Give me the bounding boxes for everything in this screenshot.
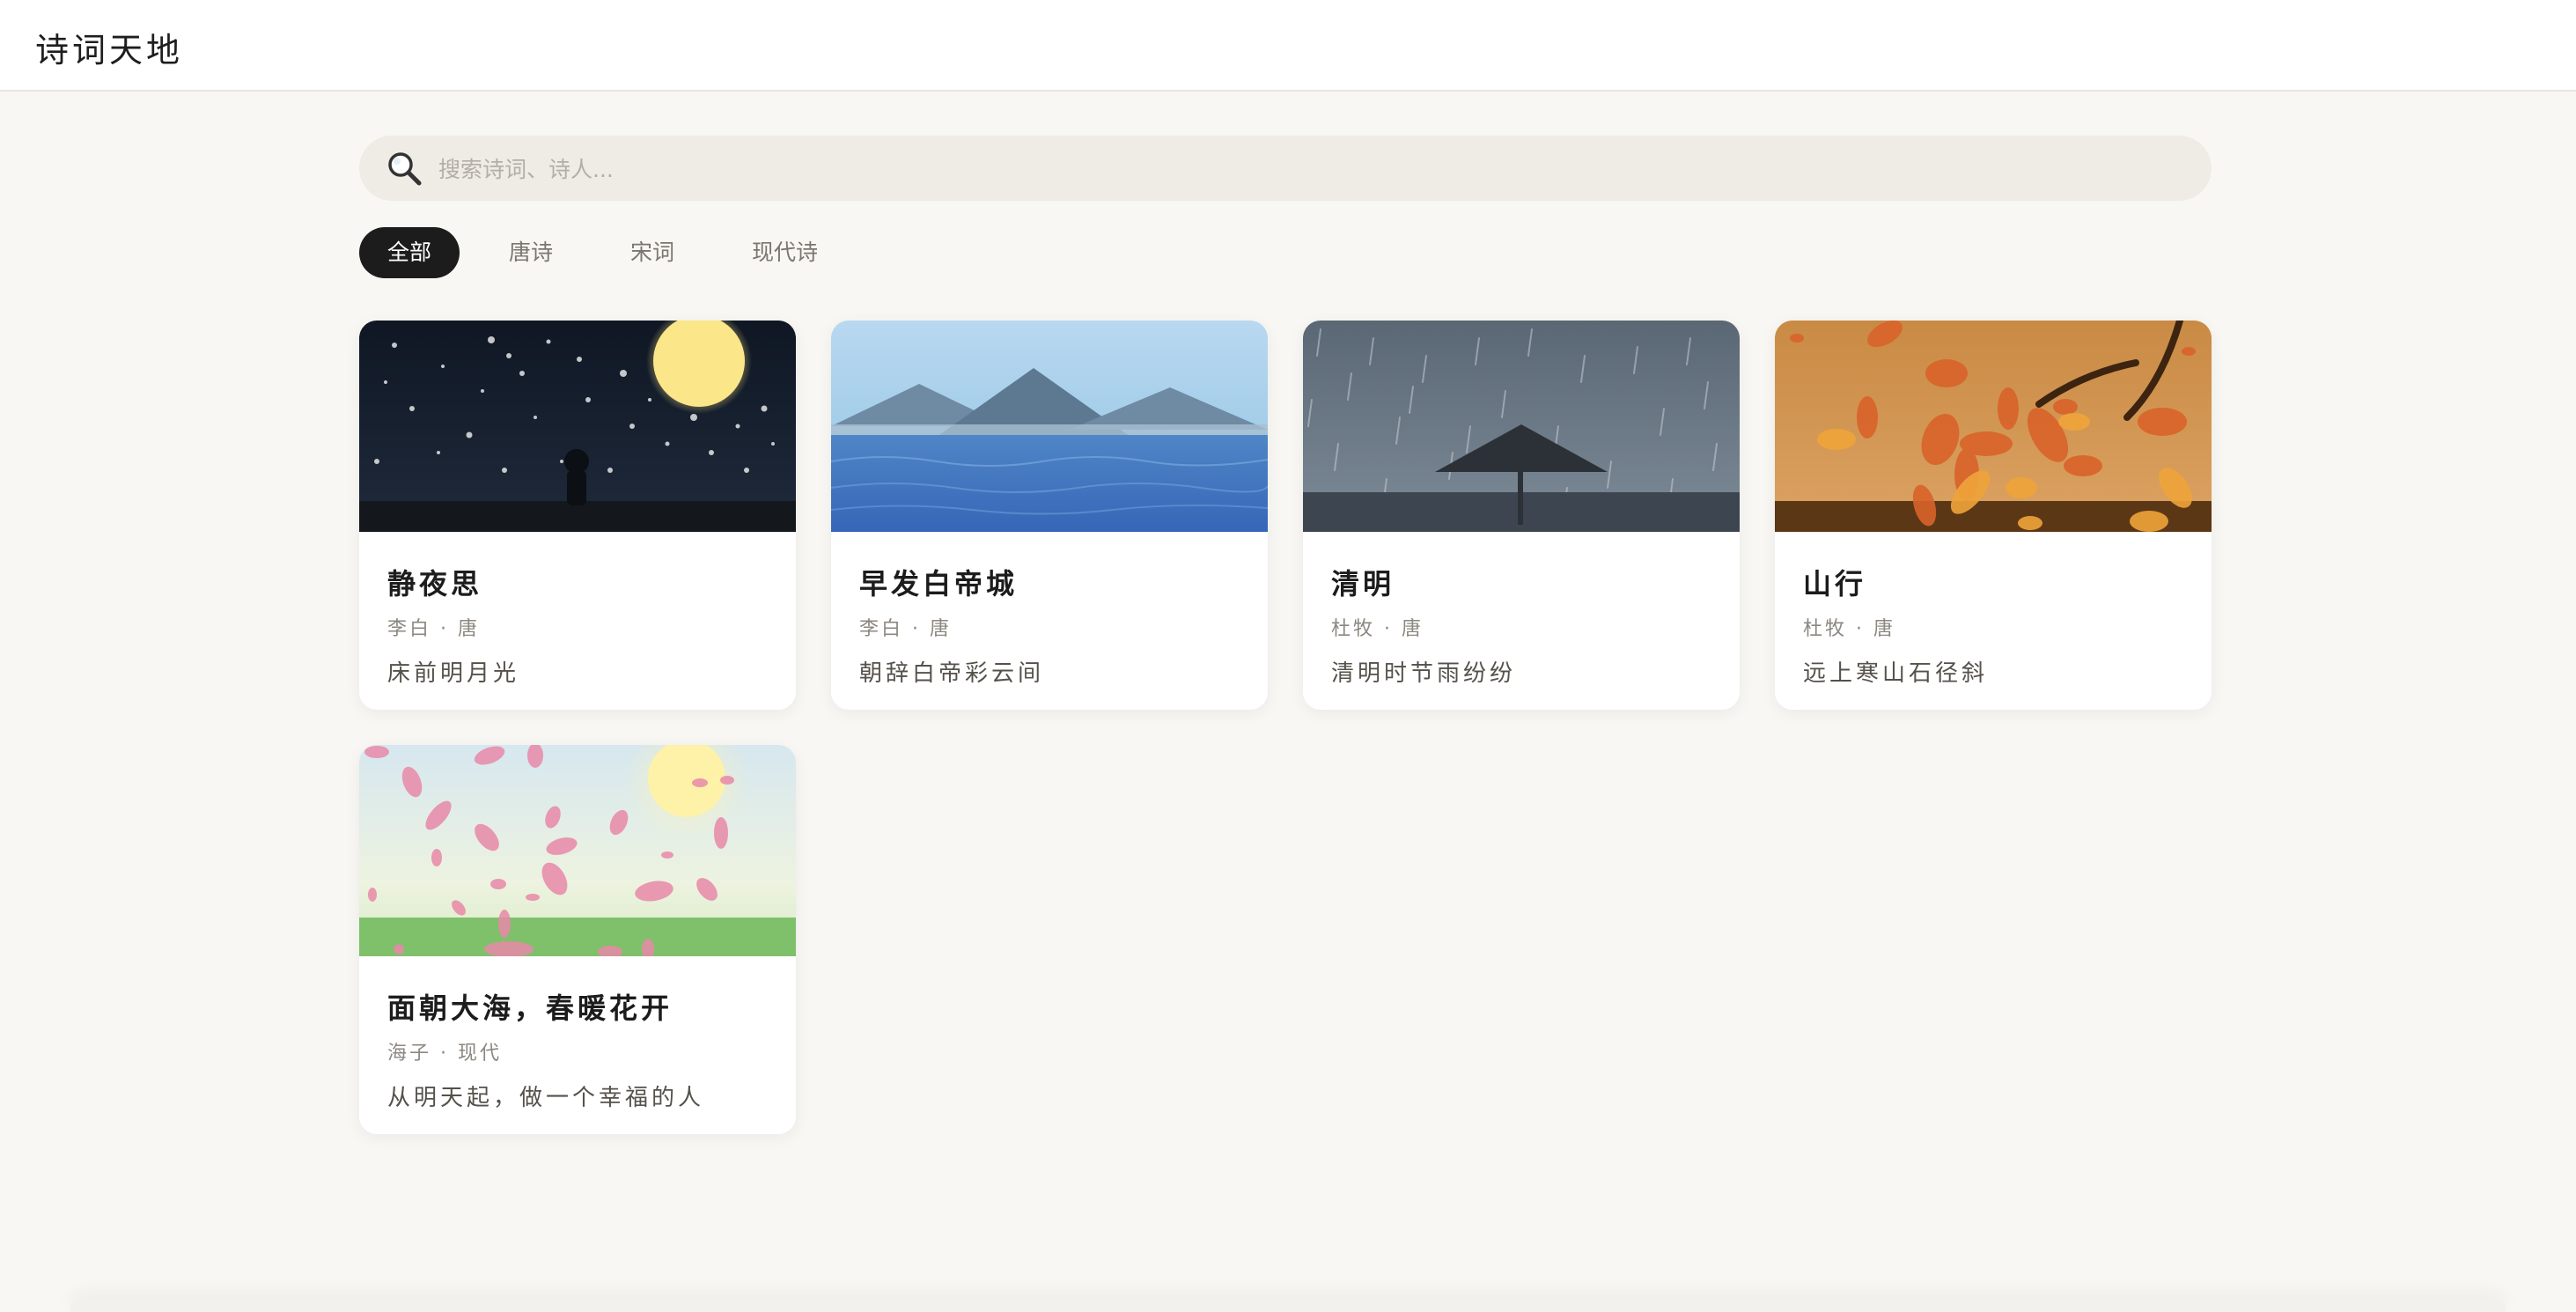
site-title[interactable]: 诗词天地 [35, 23, 183, 71]
poem-title: 面朝大海，春暖花开 [387, 991, 673, 1025]
moonlit-night-image [359, 321, 796, 532]
search-input[interactable] [437, 136, 2183, 203]
poem-title: 清明 [1331, 567, 1395, 601]
poem-first-line: 远上寒山石径斜 [1803, 660, 1989, 687]
poem-author: 李白 · 唐 [859, 618, 952, 640]
rain-umbrella-image [1303, 321, 1740, 532]
tab-all[interactable]: 全部 [359, 227, 460, 278]
poem-card[interactable]: 山行 杜牧 · 唐 远上寒山石径斜 [1775, 321, 2212, 710]
poem-title: 早发白帝城 [859, 567, 1019, 601]
spring-petals-image [359, 745, 796, 956]
category-tabs: 全部 唐诗 宋词 现代诗 [359, 227, 867, 278]
poem-author: 海子 · 现代 [387, 1043, 502, 1065]
poem-card[interactable]: 清明 杜牧 · 唐 清明时节雨纷纷 [1303, 321, 1740, 710]
bottom-panel-edge [70, 1298, 2506, 1312]
poem-first-line: 从明天起，做一个幸福的人 [387, 1085, 705, 1111]
poem-first-line: 床前明月光 [387, 660, 520, 687]
poem-first-line: 清明时节雨纷纷 [1331, 660, 1517, 687]
poem-title: 静夜思 [387, 567, 483, 601]
poem-author: 李白 · 唐 [387, 618, 480, 640]
search-bar[interactable] [359, 136, 2212, 203]
poem-card[interactable]: 静夜思 李白 · 唐 床前明月光 [359, 321, 796, 710]
autumn-leaves-image [1775, 321, 2212, 532]
mountain-river-image [831, 321, 1268, 532]
tab-song-ci[interactable]: 宋词 [602, 227, 703, 278]
poem-author: 杜牧 · 唐 [1803, 618, 1895, 640]
poem-first-line: 朝辞白帝彩云间 [859, 660, 1045, 687]
tab-modern-poetry[interactable]: 现代诗 [724, 227, 846, 278]
poem-author: 杜牧 · 唐 [1331, 618, 1424, 640]
search-icon [388, 152, 422, 186]
top-header: 诗词天地 [0, 0, 2576, 92]
poem-card[interactable]: 面朝大海，春暖花开 海子 · 现代 从明天起，做一个幸福的人 [359, 745, 796, 1134]
poem-card[interactable]: 早发白帝城 李白 · 唐 朝辞白帝彩云间 [831, 321, 1268, 710]
poem-title: 山行 [1803, 567, 1867, 601]
tab-tang-poetry[interactable]: 唐诗 [481, 227, 581, 278]
